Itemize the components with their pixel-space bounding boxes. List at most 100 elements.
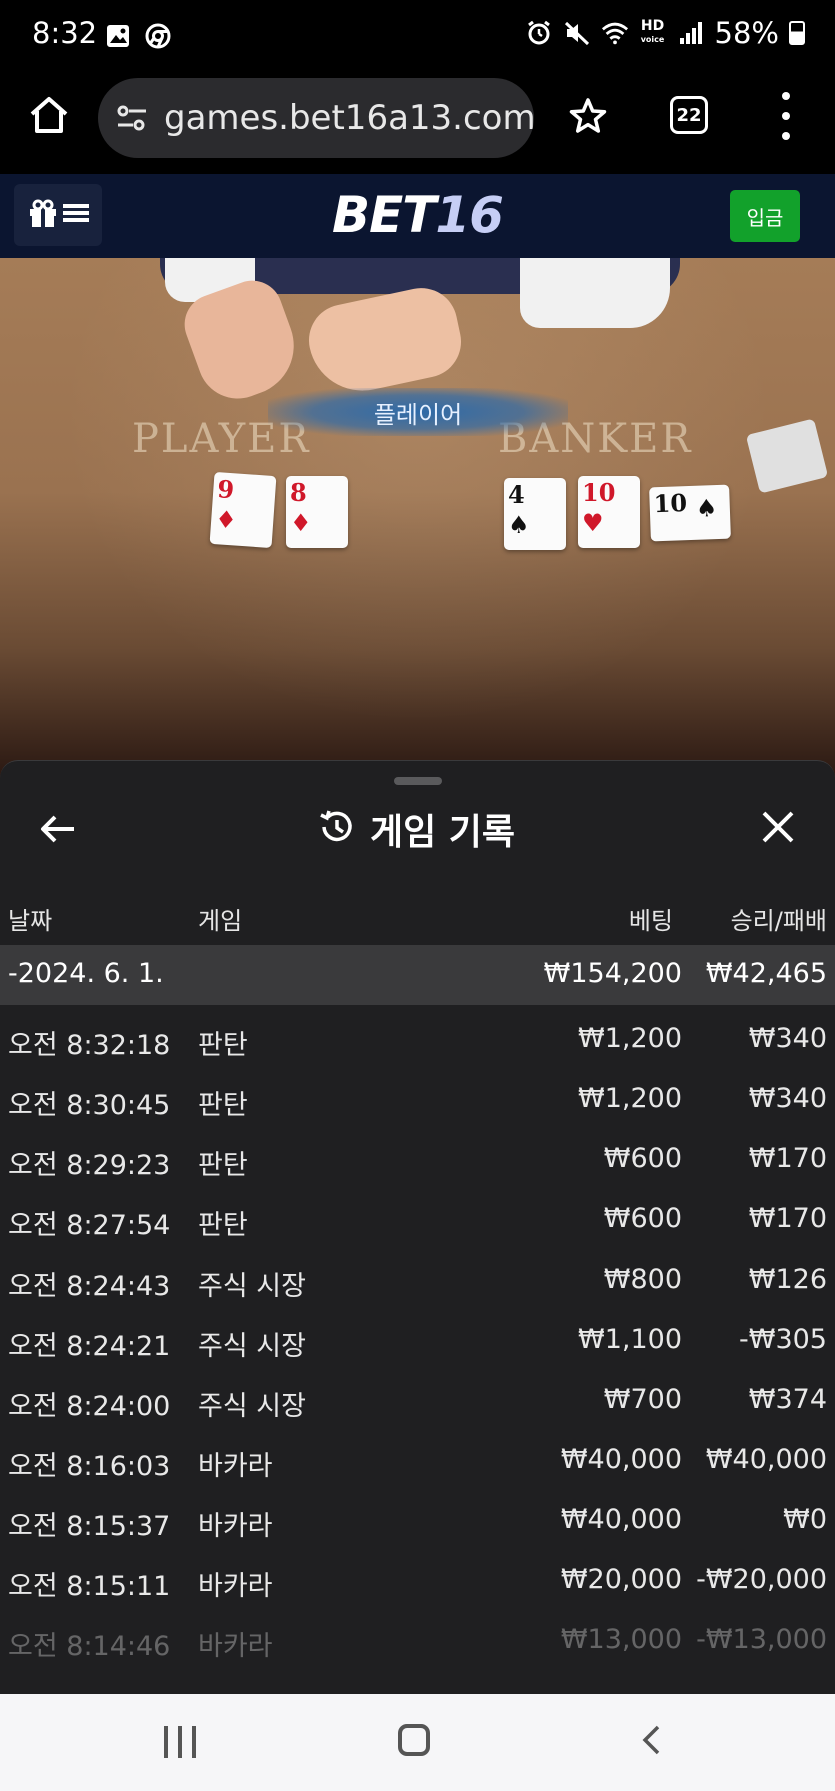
row-bet: ₩600 <box>603 1203 682 1234</box>
home-icon[interactable] <box>28 94 70 136</box>
row-game: 판탄 <box>198 1150 248 1181</box>
deposit-button[interactable]: 입금 <box>730 190 800 242</box>
row-result: -₩305 <box>739 1324 827 1355</box>
row-game: 바카라 <box>198 1451 273 1482</box>
table-row[interactable]: 오전 8:15:11 바카라 ₩20,000 -₩20,000 <box>0 1550 835 1610</box>
url-text[interactable]: games.bet16a13.com/ <box>164 98 534 138</box>
table-row[interactable]: 오전 8:29:23 판탄 ₩600 ₩170 <box>0 1129 835 1189</box>
hd-voice-icon: HD voice <box>640 18 665 44</box>
row-time: 오전 8:30:45 <box>8 1090 171 1121</box>
row-result: ₩170 <box>748 1143 827 1174</box>
image-icon <box>104 22 132 50</box>
row-time: 오전 8:27:54 <box>8 1210 171 1241</box>
table-row[interactable]: 오전 8:14:46 바카라 ₩13,000 -₩13,000 <box>0 1610 835 1670</box>
card-suit: ♠ <box>695 493 718 523</box>
row-game: 바카라 <box>198 1631 273 1662</box>
address-bar[interactable]: games.bet16a13.com/ <box>98 78 534 158</box>
table-row[interactable]: 오전 8:27:54 판탄 ₩600 ₩170 <box>0 1189 835 1249</box>
table-row[interactable]: 오전 8:15:37 바카라 ₩40,000 ₩0 <box>0 1490 835 1550</box>
table-row[interactable]: 오전 8:24:21 주식 시장 ₩1,100 -₩305 <box>0 1310 835 1370</box>
row-bet: ₩1,200 <box>578 1023 682 1054</box>
row-time: 오전 8:32:18 <box>8 1030 171 1061</box>
row-time: 오전 8:15:37 <box>8 1511 171 1542</box>
player-card-2: 8 ♦ <box>286 476 348 548</box>
table-row[interactable]: 오전 8:30:45 판탄 ₩1,200 ₩340 <box>0 1069 835 1129</box>
row-time: 오전 8:15:11 <box>8 1571 171 1602</box>
status-bar: 8:32 HD voice 58% <box>0 0 835 72</box>
back-icon[interactable] <box>636 1724 668 1756</box>
browser-toolbar: games.bet16a13.com/ 22 <box>0 72 835 174</box>
row-time: 오전 8:16:03 <box>8 1451 171 1482</box>
row-game: 주식 시장 <box>198 1391 306 1422</box>
more-menu-icon[interactable] <box>778 92 794 140</box>
mute-icon <box>563 19 591 47</box>
status-time: 8:32 <box>32 16 98 50</box>
row-bet: ₩40,000 <box>560 1444 682 1475</box>
dealer-sleeve-right <box>520 258 670 328</box>
gift-menu-button[interactable] <box>14 184 102 246</box>
column-header-game[interactable]: 게임 <box>198 901 242 936</box>
back-arrow-icon[interactable] <box>38 809 78 849</box>
row-result: ₩340 <box>748 1023 827 1054</box>
card-suit: ♠ <box>508 510 530 539</box>
row-time: 오전 8:24:00 <box>8 1391 171 1422</box>
card-rank: 10 <box>582 478 616 507</box>
battery-percent: 58% <box>714 16 779 50</box>
row-time: 오전 8:14:46 <box>8 1631 171 1662</box>
logo-text-bet: BET <box>332 186 436 244</box>
status-right-icons: HD voice 58% <box>525 16 805 50</box>
row-bet: ₩13,000 <box>560 1624 682 1655</box>
banker-card-1: 4 ♠ <box>504 478 566 550</box>
row-result: ₩0 <box>783 1504 827 1535</box>
gift-icon <box>27 197 59 233</box>
table-row[interactable]: 오전 8:24:43 주식 시장 ₩800 ₩126 <box>0 1250 835 1310</box>
row-bet: ₩1,200 <box>578 1083 682 1114</box>
bookmark-star-icon[interactable] <box>568 96 608 136</box>
row-game: 주식 시장 <box>198 1331 306 1362</box>
battery-icon <box>789 21 805 45</box>
site-settings-icon[interactable] <box>114 100 150 136</box>
close-icon[interactable] <box>758 807 798 847</box>
column-header-date[interactable]: 날짜 <box>8 901 52 936</box>
home-button-icon[interactable] <box>398 1724 430 1756</box>
row-bet: ₩20,000 <box>560 1564 682 1595</box>
drag-handle[interactable] <box>394 777 442 785</box>
chrome-icon <box>144 22 172 50</box>
row-game: 바카라 <box>198 1511 273 1542</box>
player-card-1: 9 ♦ <box>209 471 277 549</box>
row-game: 판탄 <box>198 1210 248 1241</box>
row-result: ₩170 <box>748 1203 827 1234</box>
table-row[interactable]: 오전 8:32:18 판탄 ₩1,200 ₩340 <box>0 1009 835 1069</box>
wifi-icon <box>601 19 629 47</box>
live-game-video: PLAYER BANKER 플레이어 9 ♦ 8 ♦ 4 ♠ 10 ♥ 10 ♠ <box>0 258 835 778</box>
card-rank: 8 <box>290 478 307 507</box>
column-header-bet[interactable]: 베팅 <box>629 901 673 936</box>
table-row[interactable]: 오전 8:24:00 주식 시장 ₩700 ₩374 <box>0 1370 835 1430</box>
row-result: -₩20,000 <box>696 1564 827 1595</box>
table-row[interactable]: 오전 8:16:03 바카라 ₩40,000 ₩40,000 <box>0 1430 835 1490</box>
row-result: ₩126 <box>748 1264 827 1295</box>
panel-title: 게임 기록 <box>316 803 515 855</box>
date-group-row[interactable]: -2024. 6. 1. ₩154,200 ₩42,465 <box>0 945 835 1005</box>
card-suit: ♥ <box>582 508 604 537</box>
banker-card-2: 10 ♥ <box>578 476 640 548</box>
recent-apps-icon[interactable] <box>164 1726 196 1758</box>
row-time: 오전 8:24:43 <box>8 1271 171 1302</box>
row-game: 주식 시장 <box>198 1271 306 1302</box>
card-suit: ♦ <box>290 508 312 537</box>
date-group-total-bet: ₩154,200 <box>543 958 682 989</box>
row-result: ₩374 <box>748 1384 827 1415</box>
site-logo[interactable]: BET16 <box>332 186 504 244</box>
card-suit: ♦ <box>214 504 238 535</box>
history-icon <box>316 807 356 851</box>
date-group-label: -2024. 6. 1. <box>8 958 164 989</box>
column-header-win-loss[interactable]: 승리/패배 <box>731 901 827 936</box>
banker-card-3: 10 ♠ <box>649 484 731 542</box>
logo-text-16: 16 <box>435 186 504 244</box>
row-bet: ₩800 <box>603 1264 682 1295</box>
row-bet: ₩40,000 <box>560 1504 682 1535</box>
tab-switcher-button[interactable]: 22 <box>670 96 708 134</box>
row-time: 오전 8:29:23 <box>8 1150 171 1181</box>
hamburger-icon <box>63 202 89 228</box>
row-game: 판탄 <box>198 1090 248 1121</box>
